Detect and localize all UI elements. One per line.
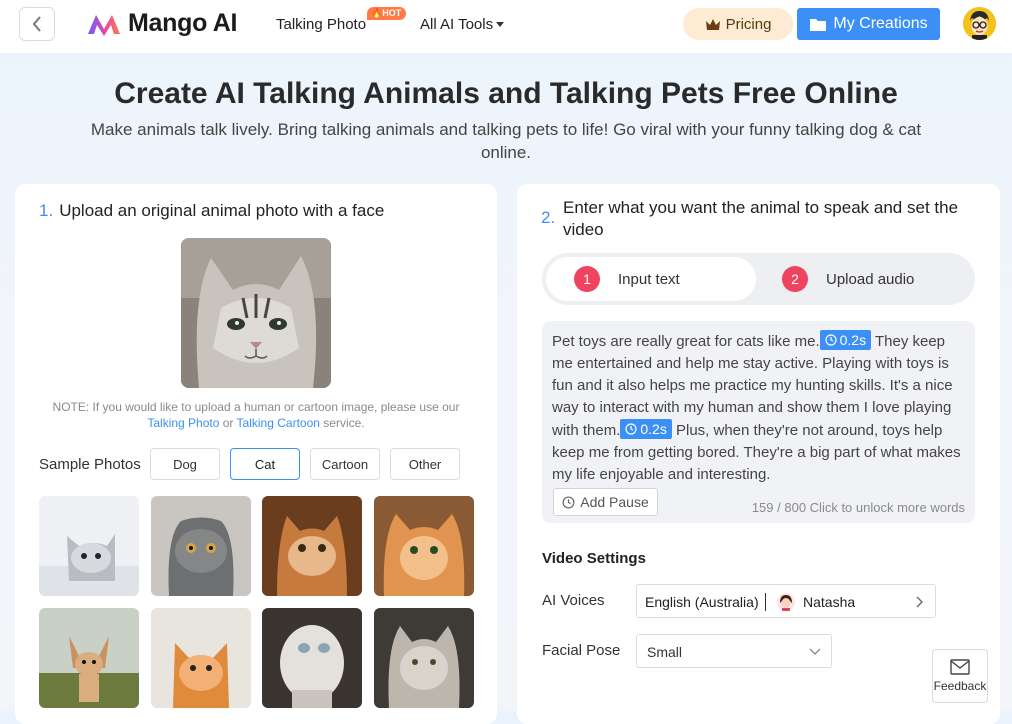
step1-title-text: Upload an original animal photo with a f…: [59, 201, 385, 220]
sample-photos-label: Sample Photos: [39, 456, 141, 473]
pause-value: 0.2s: [839, 332, 867, 348]
sample-tab-cat[interactable]: Cat: [230, 448, 300, 480]
grey-cat-image: [151, 496, 251, 596]
back-button[interactable]: [19, 7, 55, 41]
chevron-down-icon: [809, 648, 821, 655]
chevron-right-icon: [916, 596, 923, 608]
ai-voice-select[interactable]: English (Australia) Natasha: [636, 584, 936, 618]
longhair-cat-image: [374, 608, 474, 708]
hot-badge-text: HOT: [382, 8, 402, 18]
mango-logo-icon: [88, 14, 120, 36]
step1-number: 1.: [39, 201, 54, 220]
my-creations-button[interactable]: My Creations: [797, 8, 940, 40]
script-textbox[interactable]: Pet toys are really great for cats like …: [542, 321, 975, 523]
sample-photo-5[interactable]: [39, 608, 139, 708]
clock-icon: [562, 495, 575, 509]
tab-input-text-label: Input text: [618, 270, 680, 288]
tab-upload-audio[interactable]: 2 Upload audio: [756, 257, 971, 301]
nav-all-ai-tools-label: All AI Tools: [420, 16, 494, 33]
feedback-button[interactable]: Feedback: [932, 649, 988, 703]
tab-input-text[interactable]: 1 Input text: [546, 257, 756, 301]
sample-tab-cartoon[interactable]: Cartoon: [310, 448, 380, 480]
white-cat-image: [262, 608, 362, 708]
tab-input-text-number: 1: [574, 266, 600, 292]
uploaded-cat-photo[interactable]: [181, 238, 331, 388]
chihuahua-image: [39, 608, 139, 708]
sample-photo-2[interactable]: [151, 496, 251, 596]
logo[interactable]: Mango AI: [86, 9, 237, 38]
voice-divider: [765, 593, 766, 611]
page-subtitle: Make animals talk lively. Bring talking …: [90, 120, 922, 162]
add-pause-label: Add Pause: [580, 494, 649, 510]
clock-icon: [625, 423, 637, 435]
sample-photo-6[interactable]: [151, 608, 251, 708]
pause-tag[interactable]: 0.2s: [819, 330, 872, 350]
nav-talking-photo[interactable]: Talking Photo: [276, 16, 366, 33]
sample-photo-1[interactable]: [39, 496, 139, 596]
upload-panel: 1. Upload an original animal photo with a…: [15, 184, 497, 724]
clock-icon: [825, 334, 837, 346]
script-part-1: Pet toys are really great for cats like …: [552, 333, 820, 350]
upload-note: NOTE: If you would like to upload a huma…: [35, 399, 477, 431]
avatar-icon: [963, 7, 996, 40]
user-avatar[interactable]: [963, 7, 996, 40]
voice-language: English (Australia): [645, 594, 759, 610]
step2-number: 2.: [541, 208, 556, 227]
script-text[interactable]: Pet toys are really great for cats like …: [552, 330, 962, 486]
voice-name: Natasha: [803, 594, 856, 610]
pause-value: 0.2s: [640, 421, 667, 437]
facial-pose-label: Facial Pose: [542, 642, 621, 659]
kitten-image: [39, 496, 139, 596]
talking-photo-link[interactable]: Talking Photo: [147, 416, 219, 430]
video-settings-title: Video Settings: [542, 550, 646, 567]
cat-face-image: [181, 238, 331, 388]
page-title: Create AI Talking Animals and Talking Pe…: [114, 77, 898, 110]
caret-down-icon: [496, 21, 505, 27]
folder-icon: [810, 18, 827, 31]
facial-pose-value: Small: [647, 644, 683, 660]
facial-pose-select[interactable]: Small: [636, 634, 832, 668]
hot-badge: 🔥HOT: [367, 7, 407, 20]
step2-title: Enter what you want the animal to speak …: [563, 198, 959, 239]
input-mode-tabs: 1 Input text 2 Upload audio: [542, 253, 975, 305]
my-creations-label: My Creations: [833, 15, 928, 32]
note-suffix: service.: [323, 416, 365, 430]
fluffy-orange-cat-image: [374, 496, 474, 596]
note-or: or: [222, 416, 234, 430]
pricing-button[interactable]: Pricing: [683, 8, 793, 40]
sample-photo-7[interactable]: [262, 608, 362, 708]
tab-upload-audio-label: Upload audio: [826, 270, 915, 288]
message-icon: [950, 659, 970, 675]
script-panel: 2. Enter what you want the animal to spe…: [517, 184, 1000, 724]
ginger-kitten-image: [151, 608, 251, 708]
back-arrow-icon: [32, 16, 41, 32]
unlock-words-link[interactable]: Click to unlock more words: [810, 500, 965, 515]
add-pause-button[interactable]: Add Pause: [553, 488, 658, 516]
top-header: Mango AI Talking Photo 🔥HOT All AI Tools…: [0, 0, 1012, 53]
feedback-label: Feedback: [933, 679, 987, 693]
pricing-label: Pricing: [725, 15, 772, 33]
pause-tag[interactable]: 0.2s: [620, 419, 672, 439]
voice-avatar-icon: [777, 593, 795, 611]
note-prefix: NOTE: If you would like to upload a huma…: [52, 400, 460, 414]
sample-tab-dog[interactable]: Dog: [150, 448, 220, 480]
tab-upload-audio-number: 2: [782, 266, 808, 292]
orange-cat-image: [262, 496, 362, 596]
sample-photo-4[interactable]: [374, 496, 474, 596]
word-count: 159 / 800 Click to unlock more words: [752, 500, 965, 515]
crown-icon: [705, 18, 720, 30]
sample-tab-other[interactable]: Other: [390, 448, 460, 480]
nav-all-ai-tools[interactable]: All AI Tools: [420, 16, 505, 33]
sample-photo-3[interactable]: [262, 496, 362, 596]
step1-title: 1. Upload an original animal photo with a…: [39, 200, 384, 222]
ai-voices-label: AI Voices: [542, 592, 605, 609]
word-count-value: 159 / 800: [751, 500, 807, 515]
talking-cartoon-link[interactable]: Talking Cartoon: [237, 416, 320, 430]
logo-text: Mango AI: [128, 9, 238, 37]
sample-photo-8[interactable]: [374, 608, 474, 708]
